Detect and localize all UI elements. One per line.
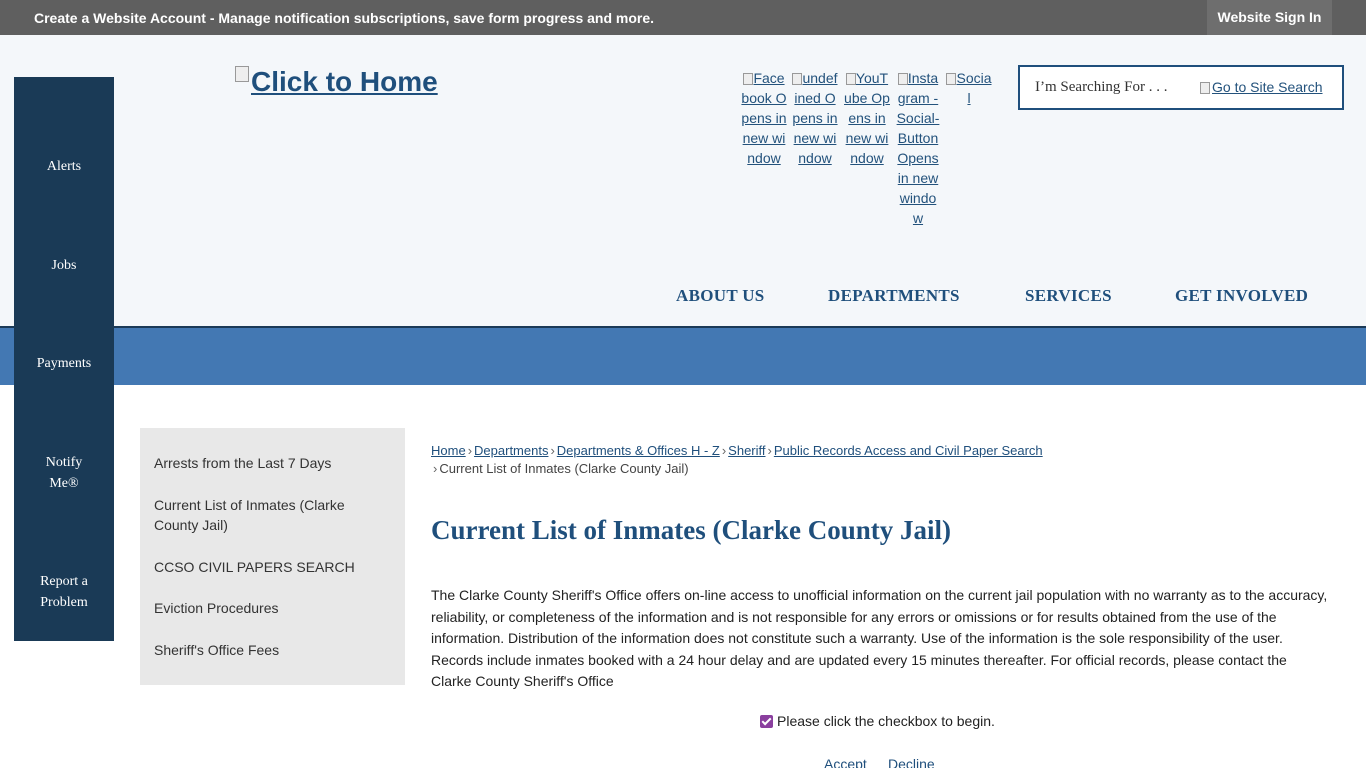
- subnav-item-current-inmates[interactable]: Current List of Inmates (Clarke County J…: [154, 495, 369, 535]
- decline-button[interactable]: Decline: [888, 756, 935, 768]
- breadcrumb-departments-offices[interactable]: Departments & Offices H - Z: [557, 443, 720, 458]
- breadcrumb-separator: ›: [467, 443, 473, 458]
- subnav-item-arrests[interactable]: Arrests from the Last 7 Days: [154, 453, 384, 473]
- accept-button[interactable]: Accept: [824, 756, 867, 768]
- quick-link-notify-me[interactable]: Notify Me®: [14, 452, 114, 494]
- breadcrumb-separator: ›: [721, 443, 727, 458]
- instagram-icon: [897, 73, 908, 86]
- secondary-nav: Arrests from the Last 7 Days Current Lis…: [140, 428, 405, 685]
- home-logo-alt-text[interactable]: Click to Home: [251, 66, 438, 97]
- youtube-icon: [845, 73, 856, 86]
- breadcrumb-separator: ›: [767, 443, 772, 458]
- breadcrumb-separator: ›: [433, 461, 438, 476]
- breadcrumb: Home › Departments › Departments & Offices H…: [431, 442, 1111, 478]
- search-icon: [1200, 82, 1210, 95]
- search-input[interactable]: I’m Searching For . . .: [1035, 79, 1167, 96]
- social-link-label[interactable]: Instagram - Social-Button Opens in new w…: [897, 70, 940, 226]
- breadcrumb-departments[interactable]: Departments: [474, 443, 548, 458]
- page-title: Current List of Inmates (Clarke County J…: [431, 515, 951, 545]
- broken-image-icon: [235, 66, 249, 82]
- breadcrumb-home[interactable]: Home: [431, 443, 466, 458]
- nav-departments[interactable]: DEPARTMENTS: [828, 286, 960, 306]
- social-icon: [946, 73, 957, 86]
- nav-about-us[interactable]: ABOUT US: [676, 286, 765, 306]
- subnav-item-civil-papers[interactable]: CCSO CIVIL PAPERS SEARCH: [154, 557, 384, 577]
- begin-checkbox-row[interactable]: Please click the checkbox to begin.: [760, 713, 995, 729]
- site-search-box[interactable]: I’m Searching For . . . Go to Site Searc…: [1018, 65, 1344, 110]
- begin-checkbox-label[interactable]: Please click the checkbox to begin.: [777, 713, 995, 729]
- breadcrumb-current: Current List of Inmates (Clarke County J…: [439, 461, 689, 476]
- social-link-facebook[interactable]: Facebook Opens in new window: [741, 68, 787, 168]
- subnav-item-eviction[interactable]: Eviction Procedures: [154, 598, 384, 618]
- social-link-undefined[interactable]: undefined Opens in new window: [792, 68, 838, 168]
- social-link-social[interactable]: Social: [946, 68, 992, 108]
- create-account-text[interactable]: Create a Website Account: [34, 10, 206, 26]
- nav-services[interactable]: SERVICES: [1025, 286, 1112, 306]
- disclaimer-text: The Clarke County Sheriff's Office offer…: [431, 587, 1328, 689]
- create-account-link[interactable]: Create a Website Account - Manage notifi…: [34, 10, 654, 26]
- begin-checkbox[interactable]: [760, 715, 773, 728]
- social-link-youtube[interactable]: YouTube Opens in new window: [844, 68, 890, 168]
- subnav-item-fees[interactable]: Sheriff's Office Fees: [154, 640, 384, 660]
- create-account-description: - Manage notification subscriptions, sav…: [205, 10, 655, 26]
- social-link-label[interactable]: Social: [956, 70, 991, 106]
- home-logo-link[interactable]: Click to Home: [235, 66, 438, 98]
- quick-link-report-problem[interactable]: Report a Problem: [14, 571, 114, 613]
- breadcrumb-public-records[interactable]: Public Records Access and Civil Paper Se…: [774, 443, 1043, 458]
- search-go-label[interactable]: Go to Site Search: [1212, 79, 1323, 95]
- account-bar: Create a Website Account - Manage notifi…: [0, 0, 1366, 35]
- breadcrumb-separator: ›: [550, 443, 555, 458]
- website-sign-in-button[interactable]: Website Sign In: [1207, 0, 1332, 35]
- search-go-button[interactable]: Go to Site Search: [1200, 79, 1323, 95]
- quick-links-panel: Alerts Jobs Payments Notify Me® Report a…: [14, 77, 114, 641]
- quick-link-jobs[interactable]: Jobs: [14, 255, 114, 276]
- social-link-instagram[interactable]: Instagram - Social-Button Opens in new w…: [895, 68, 941, 228]
- quick-link-alerts[interactable]: Alerts: [14, 156, 114, 177]
- page-banner: [0, 328, 1366, 385]
- facebook-icon: [743, 73, 754, 86]
- quick-link-payments[interactable]: Payments: [14, 353, 114, 374]
- breadcrumb-sheriff[interactable]: Sheriff: [728, 443, 765, 458]
- undefined-icon: [792, 73, 803, 86]
- nav-get-involved[interactable]: GET INVOLVED: [1175, 286, 1308, 306]
